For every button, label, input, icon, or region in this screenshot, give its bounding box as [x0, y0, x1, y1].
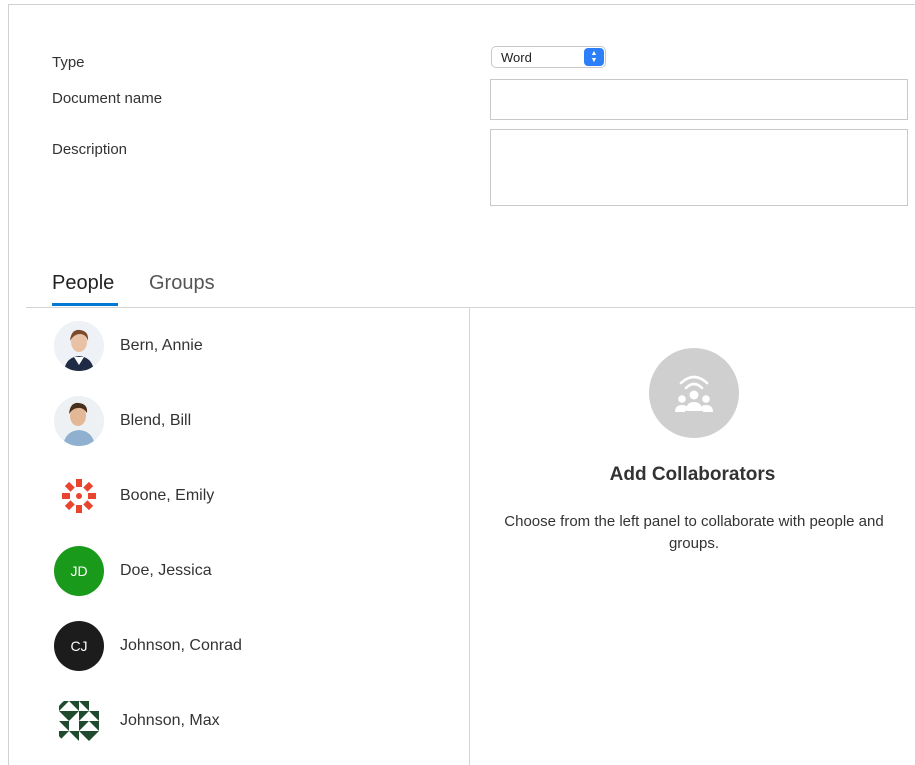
list-item-person[interactable]: CJ Johnson, Conrad — [54, 621, 242, 671]
list-item-person[interactable]: Bern, Annie — [54, 321, 203, 371]
select-arrows-icon[interactable]: ▲ ▼ — [584, 48, 604, 66]
collaborators-placeholder — [649, 348, 739, 438]
add-collaborators-description: Choose from the left panel to collaborat… — [504, 513, 884, 552]
tab-people[interactable]: People — [52, 272, 114, 295]
frame-border-top — [8, 4, 915, 5]
list-item-person[interactable]: Johnson, Max — [54, 696, 220, 746]
person-name: Bern, Annie — [120, 337, 203, 354]
people-group-icon — [675, 375, 713, 412]
avatar: JD — [54, 546, 104, 596]
document-name-input[interactable] — [490, 79, 908, 120]
frame-border-left — [8, 4, 9, 765]
green-pattern-icon — [54, 696, 104, 746]
avatar — [54, 321, 104, 371]
type-select-value: Word — [501, 49, 532, 65]
avatar — [54, 471, 104, 521]
list-item-person[interactable]: Blend, Bill — [54, 396, 191, 446]
description-textarea[interactable] — [490, 129, 908, 206]
type-label: Type — [52, 54, 85, 71]
tabs-divider — [26, 307, 915, 308]
red-pattern-icon — [62, 479, 96, 513]
avatar — [54, 396, 104, 446]
avatar: CJ — [54, 621, 104, 671]
person-name: Blend, Bill — [120, 412, 192, 429]
avatar — [54, 696, 104, 746]
avatar-initials: JD — [70, 563, 88, 579]
person-name: Boone, Emily — [120, 487, 215, 504]
document-name-label: Document name — [52, 90, 163, 107]
panel-divider — [469, 308, 470, 765]
list-item-person[interactable]: JD Doe, Jessica — [54, 546, 212, 596]
person-name: Doe, Jessica — [120, 562, 212, 579]
person-name: Johnson, Conrad — [120, 637, 242, 654]
person-name: Johnson, Max — [120, 712, 220, 729]
list-item-person[interactable]: Boone, Emily — [54, 471, 214, 521]
avatar-initials: CJ — [70, 638, 88, 654]
tab-groups[interactable]: Groups — [149, 272, 215, 295]
add-collaborators-title: Add Collaborators — [609, 464, 776, 485]
type-select[interactable]: Word ▲ ▼ — [491, 46, 606, 68]
description-label: Description — [52, 141, 128, 158]
active-tab-indicator — [52, 303, 118, 306]
person-photo-icon — [54, 321, 104, 371]
person-photo-icon — [54, 396, 104, 446]
